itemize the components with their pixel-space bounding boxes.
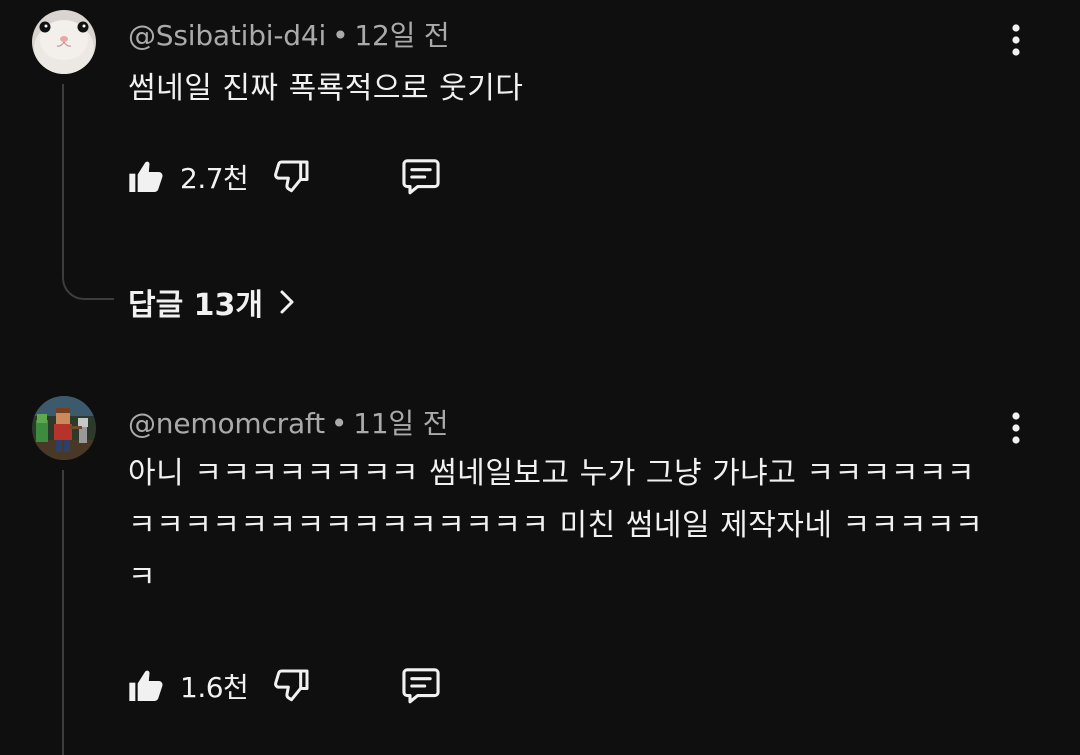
thumbs-down-icon bbox=[274, 160, 309, 193]
author-name[interactable]: @Ssibatibi-d4i bbox=[128, 19, 326, 52]
avatar[interactable] bbox=[32, 396, 96, 460]
comment-text: 썸네일 진짜 폭룍적으로 웃기다 bbox=[128, 71, 524, 106]
chevron-right-icon bbox=[280, 290, 294, 314]
comment-time[interactable]: 11일 전 bbox=[353, 407, 448, 440]
more-options-button[interactable] bbox=[1000, 16, 1032, 64]
thumbs-up-icon bbox=[129, 161, 163, 192]
comment-meta: @Ssibatibi-d4i • 12일 전 bbox=[128, 14, 450, 54]
dislike-button[interactable] bbox=[272, 153, 312, 201]
minecraft-avatar-icon bbox=[32, 396, 96, 460]
more-vertical-icon bbox=[1012, 412, 1020, 444]
comment-text: 아니 ㅋㅋㅋㅋㅋㅋㅋㅋ 썸네일보고 누가 그냥 가냐고 ㅋㅋㅋㅋㅋㅋㅋㅋㅋㅋㅋㅋ… bbox=[128, 456, 984, 595]
dislike-button[interactable] bbox=[272, 662, 312, 710]
comment-meta: @nemomcraft • 11일 전 bbox=[128, 402, 448, 442]
like-count: 2.7천 bbox=[180, 162, 249, 195]
author-name[interactable]: @nemomcraft bbox=[128, 407, 325, 440]
cat-avatar-icon bbox=[32, 10, 96, 74]
more-options-button[interactable] bbox=[1000, 404, 1032, 452]
comment-time[interactable]: 12일 전 bbox=[354, 19, 449, 52]
like-button[interactable] bbox=[126, 153, 166, 201]
thumbs-down-icon bbox=[274, 669, 309, 702]
comment-actions: 2.7천 bbox=[126, 153, 444, 201]
view-replies-button[interactable]: 답글 13개 bbox=[128, 280, 295, 324]
thread-line bbox=[62, 470, 114, 755]
thread-line bbox=[62, 84, 114, 262]
comment-icon bbox=[402, 668, 440, 704]
like-button[interactable] bbox=[126, 662, 166, 710]
avatar[interactable] bbox=[32, 10, 96, 74]
thumbs-up-icon bbox=[129, 670, 163, 701]
reply-button[interactable] bbox=[398, 662, 444, 710]
meta-separator: • bbox=[330, 407, 348, 440]
thread-connector bbox=[62, 262, 114, 300]
meta-separator: • bbox=[332, 19, 349, 52]
more-vertical-icon bbox=[1012, 24, 1020, 56]
comment-icon bbox=[402, 159, 440, 195]
reply-button[interactable] bbox=[398, 153, 444, 201]
comment-actions: 1.6천 bbox=[126, 662, 444, 710]
replies-count-label: 답글 13개 bbox=[128, 288, 263, 323]
like-count: 1.6천 bbox=[180, 671, 249, 704]
